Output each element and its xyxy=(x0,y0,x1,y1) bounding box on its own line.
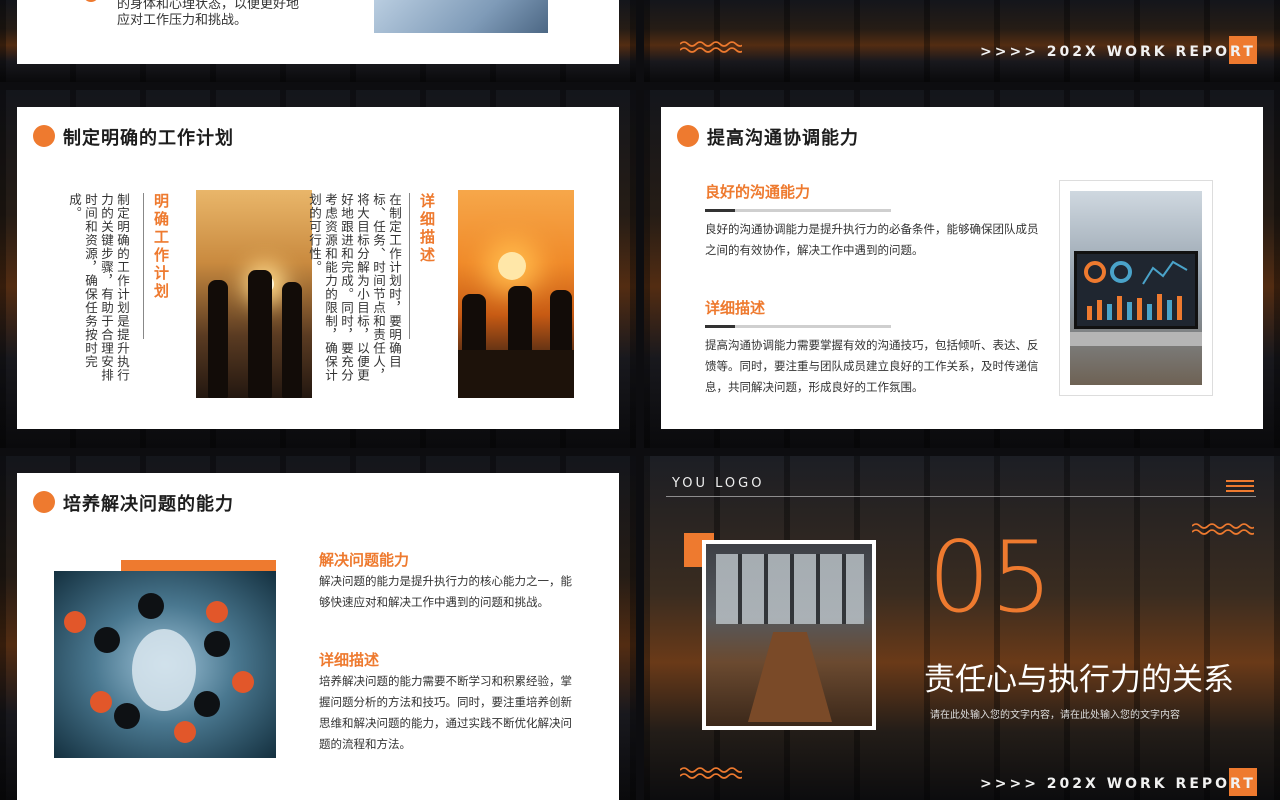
photo-laptop-dashboard xyxy=(1059,180,1213,396)
slide-title: 制定明确的工作计划 xyxy=(63,128,234,149)
photo-team-silhouette xyxy=(196,190,312,398)
plan-body-text: 制定明确的工作计划是提升执行力的关键步骤，有助于合理安排时间和资源，确保任务按时… xyxy=(67,193,130,382)
slide-thumbnail-4[interactable]: 提高沟通协调能力 良好的沟通能力 良好的沟通协调能力是提升执行力的必备条件，能够… xyxy=(644,90,1280,448)
slide-text-line: 应对工作压力和挑战。 xyxy=(117,13,248,28)
slide-card: 培养解决问题的能力 解决问题能力 解决问题的能力是提升执行力的核心能力之一，能够… xyxy=(17,473,619,800)
slide-thumbnail-3[interactable]: 制定明确的工作计划 制定明确的工作计划是提升执行力的关键步骤，有助于合理安排时间… xyxy=(0,90,636,448)
slide-grid: 的身体和心理状态，以便更好地 应对工作压力和挑战。 >>>> 202X WORK… xyxy=(0,0,1280,800)
chart-icon xyxy=(1084,260,1188,320)
footer-text: >>>> 202X WORK REPORT xyxy=(980,44,1256,60)
slide-thumbnail-6[interactable]: YOU LOGO 05 责任心与执行力的关系 请在此处输入您的文字内容，请在此处… xyxy=(644,456,1280,800)
photo-meeting-sunset xyxy=(458,190,574,398)
slide-thumbnail-1[interactable]: 的身体和心理状态，以便更好地 应对工作压力和挑战。 xyxy=(0,0,636,82)
bullet-dot xyxy=(83,0,99,2)
slide-title: 提高沟通协调能力 xyxy=(707,128,859,149)
section-body: 良好的沟通协调能力是提升执行力的必备条件，能够确保团队成员之间的有效协作，解决工… xyxy=(705,222,1039,257)
slide-card: 的身体和心理状态，以便更好地 应对工作压力和挑战。 xyxy=(17,0,619,64)
section-heading: 详细描述 xyxy=(319,651,380,669)
divider-line xyxy=(409,193,410,339)
heading-underline xyxy=(705,209,891,212)
detail-body-text: 在制定工作计划时，要明确目标、任务、时间节点和责任人，将大目标分解为小目标，以便… xyxy=(307,193,402,382)
section-subtitle: 请在此处输入您的文字内容，请在此处输入您的文字内容 xyxy=(930,710,1180,721)
slide-thumbnail-2[interactable]: >>>> 202X WORK REPORT xyxy=(644,0,1280,82)
slide-title: 培养解决问题的能力 xyxy=(63,494,234,515)
bullet-dot xyxy=(33,491,55,513)
wave-decoration-icon xyxy=(680,41,742,53)
section-number: 05 xyxy=(928,521,1053,635)
section-heading: 良好的沟通能力 xyxy=(705,183,811,201)
heading-underline xyxy=(705,325,891,328)
slide-card: 制定明确的工作计划 制定明确的工作计划是提升执行力的关键步骤，有助于合理安排时间… xyxy=(17,107,619,429)
photo-conference-room xyxy=(702,540,876,730)
wave-decoration-icon xyxy=(680,767,742,779)
divider-line xyxy=(143,193,144,339)
menu-lines-icon xyxy=(1226,480,1254,492)
header-rule xyxy=(666,496,1256,497)
section-title: 责任心与执行力的关系 xyxy=(924,662,1234,698)
section-body: 提高沟通协调能力需要掌握有效的沟通技巧，包括倾听、表达、反馈等。同时，要注重与团… xyxy=(705,338,1039,394)
footer-text: >>>> 202X WORK REPORT xyxy=(980,776,1256,792)
bullet-dot xyxy=(33,125,55,147)
bullet-dot xyxy=(677,125,699,147)
photo-laptop xyxy=(374,0,548,33)
plan-heading: 明确工作计划 xyxy=(152,193,170,301)
slide-card: 提高沟通协调能力 良好的沟通能力 良好的沟通协调能力是提升执行力的必备条件，能够… xyxy=(661,107,1263,429)
section-heading: 解决问题能力 xyxy=(319,551,410,569)
slide-thumbnail-5[interactable]: 培养解决问题的能力 解决问题能力 解决问题的能力是提升执行力的核心能力之一，能够… xyxy=(0,456,636,800)
section-body: 解决问题的能力是提升执行力的核心能力之一，能够快速应对和解决工作中遇到的问题和挑… xyxy=(319,574,572,609)
photo-top-view-meeting xyxy=(54,571,276,758)
section-heading: 详细描述 xyxy=(705,299,766,317)
section-body: 培养解决问题的能力需要不断学习和积累经验，掌握问题分析的方法和技巧。同时，要注重… xyxy=(319,674,572,751)
wave-decoration-icon xyxy=(1192,523,1254,535)
logo-text: YOU LOGO xyxy=(672,476,765,491)
detail-heading: 详细描述 xyxy=(418,193,436,265)
